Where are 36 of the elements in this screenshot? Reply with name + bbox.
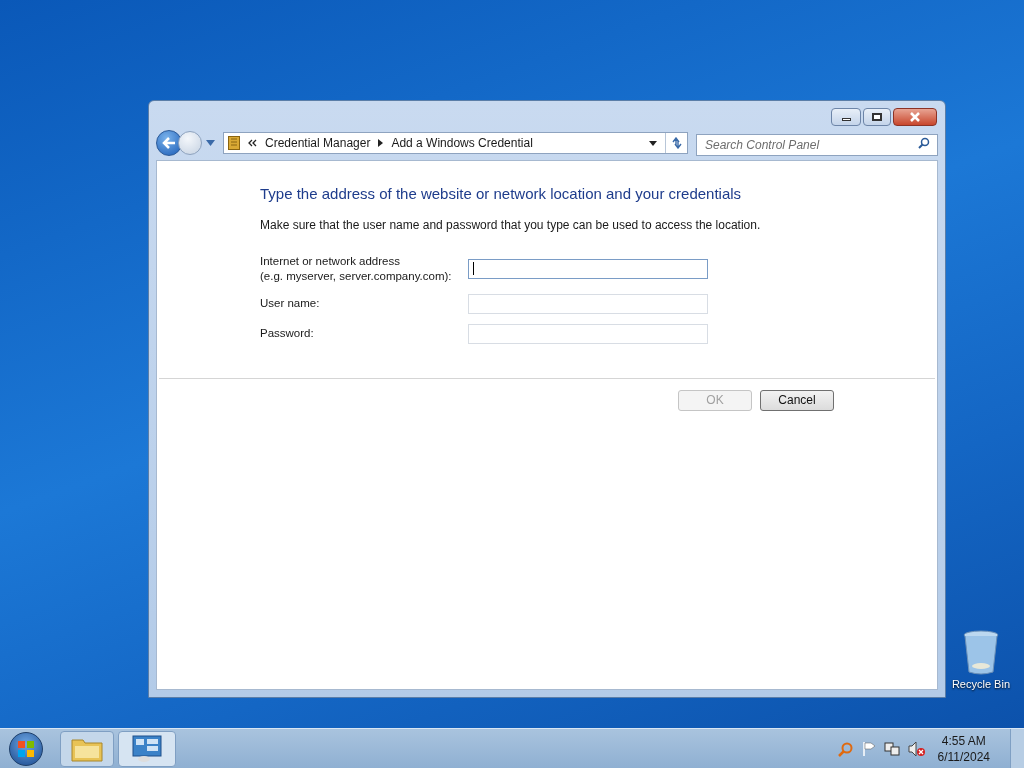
breadcrumb[interactable]: Credential Manager	[265, 134, 371, 152]
dropdown-arrow-icon[interactable]	[649, 140, 657, 146]
back-arrow-icon	[162, 137, 176, 149]
trash-bin-icon[interactable]	[962, 630, 999, 676]
dialog-button[interactable]: Cancel	[760, 389, 834, 411]
search-field[interactable]: Search Control Panel	[696, 134, 938, 156]
input-field[interactable]	[468, 258, 708, 279]
muted-speaker-icon[interactable]	[907, 740, 926, 757]
breadcrumb[interactable]: Add a Windows Credential	[391, 134, 533, 152]
monitor-icon	[132, 734, 162, 763]
desktop-icon-label[interactable]: Recycle Bin	[951, 676, 1010, 693]
minimize-button[interactable]	[831, 108, 861, 126]
history-dropdown-icon[interactable]	[206, 140, 215, 146]
double-chevron-icon	[248, 139, 257, 147]
windows-logo-icon	[17, 739, 35, 758]
back-button[interactable]	[156, 130, 182, 156]
clock[interactable]: 4:55 AM 6/11/2024	[937, 732, 990, 765]
text-cursor	[473, 262, 474, 275]
breadcrumb-arrow-icon[interactable]	[378, 139, 384, 147]
close-button[interactable]	[893, 108, 937, 126]
clock-date: 6/11/2024	[937, 748, 990, 765]
clock-time: 4:55 AM	[941, 732, 986, 749]
start-button[interactable]	[9, 731, 43, 766]
close-icon	[909, 112, 921, 122]
search-icon[interactable]	[918, 137, 930, 149]
refresh-icon[interactable]	[669, 137, 684, 149]
address-bar[interactable]: Credential Manager Add a Windows Credential	[223, 132, 688, 154]
taskbar-app-button[interactable]	[118, 730, 176, 767]
flag-icon[interactable]	[861, 740, 876, 757]
forward-button[interactable]	[178, 131, 202, 155]
page-heading: Type the address of the website or network location and your credentials	[260, 184, 743, 204]
instructions-text: Make sure that the user name and password that you type can be used to access the location.	[260, 216, 762, 234]
field-label: Password:	[260, 326, 315, 341]
field-label: Internet or network address (e.g. myserver, server.company.com):	[260, 253, 453, 284]
maximize-button[interactable]	[863, 108, 891, 126]
field-label: User name:	[260, 296, 321, 311]
